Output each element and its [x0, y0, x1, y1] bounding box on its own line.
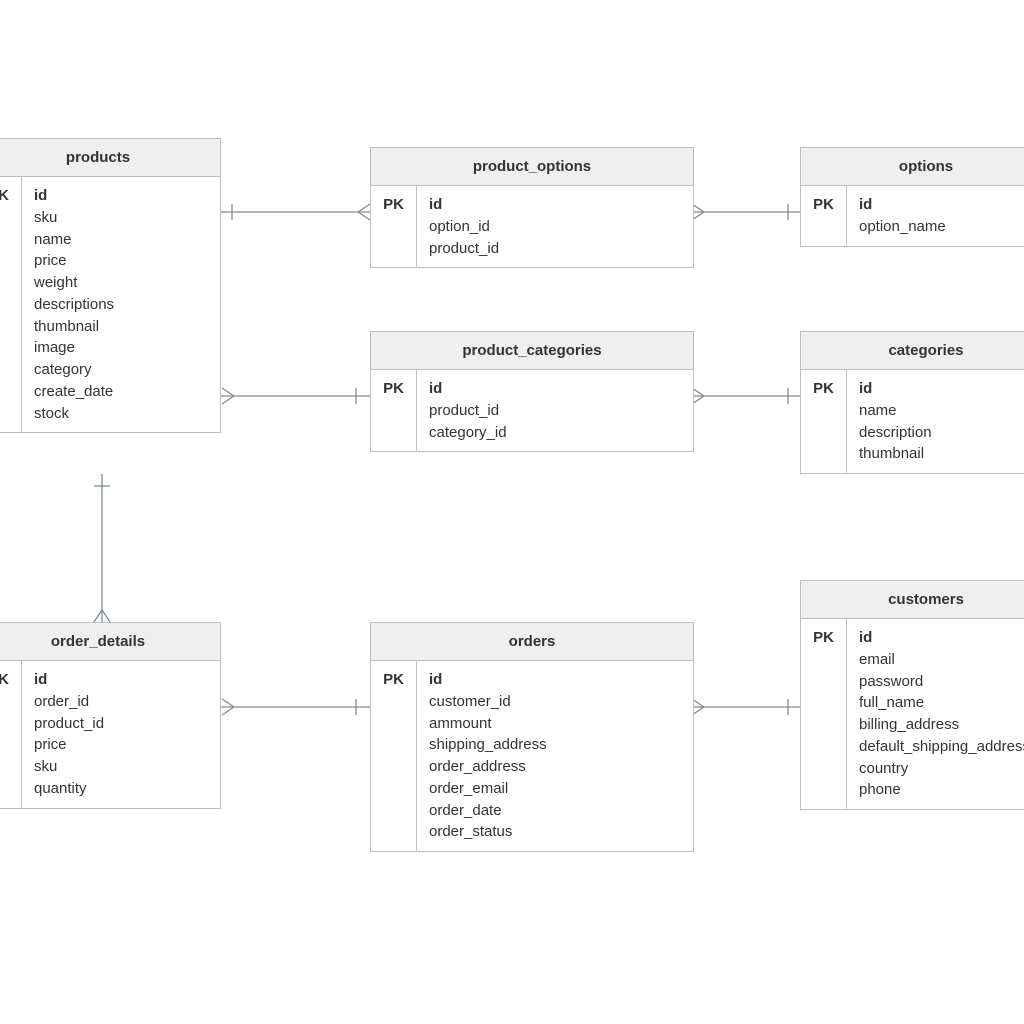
field-list: id email password full_name billing_addr… [847, 619, 1024, 809]
entity-options[interactable]: options PK id option_name [800, 147, 1024, 247]
entity-title: order_details [0, 623, 220, 661]
pk-label: PK [0, 177, 22, 432]
entity-product-options[interactable]: product_options PK id option_id product_… [370, 147, 694, 268]
field-list: id option_name [847, 186, 1024, 246]
field-list: id order_id product_id price sku quantit… [22, 661, 220, 808]
entity-title: customers [801, 581, 1024, 619]
field-list: id product_id category_id [417, 370, 693, 451]
entity-product-categories[interactable]: product_categories PK id product_id cate… [370, 331, 694, 452]
entity-title: categories [801, 332, 1024, 370]
entity-orders[interactable]: orders PK id customer_id ammount shippin… [370, 622, 694, 852]
er-diagram-canvas: products PK id sku name price weight des… [0, 0, 1024, 1024]
field-list: id option_id product_id [417, 186, 693, 267]
entity-order-details[interactable]: order_details PK id order_id product_id … [0, 622, 221, 809]
entity-title: product_options [371, 148, 693, 186]
pk-label: PK [371, 370, 417, 451]
entity-customers[interactable]: customers PK id email password full_name… [800, 580, 1024, 810]
field-list: id name description thumbnail [847, 370, 1024, 473]
pk-label: PK [371, 186, 417, 267]
entity-title: options [801, 148, 1024, 186]
pk-label: PK [801, 186, 847, 246]
entity-products[interactable]: products PK id sku name price weight des… [0, 138, 221, 433]
entity-title: orders [371, 623, 693, 661]
pk-label: PK [801, 619, 847, 809]
field-list: id customer_id ammount shipping_address … [417, 661, 693, 851]
pk-label: PK [0, 661, 22, 808]
field-list: id sku name price weight descriptions th… [22, 177, 220, 432]
entity-title: products [0, 139, 220, 177]
pk-label: PK [371, 661, 417, 851]
pk-label: PK [801, 370, 847, 473]
entity-title: product_categories [371, 332, 693, 370]
entity-categories[interactable]: categories PK id name description thumbn… [800, 331, 1024, 474]
